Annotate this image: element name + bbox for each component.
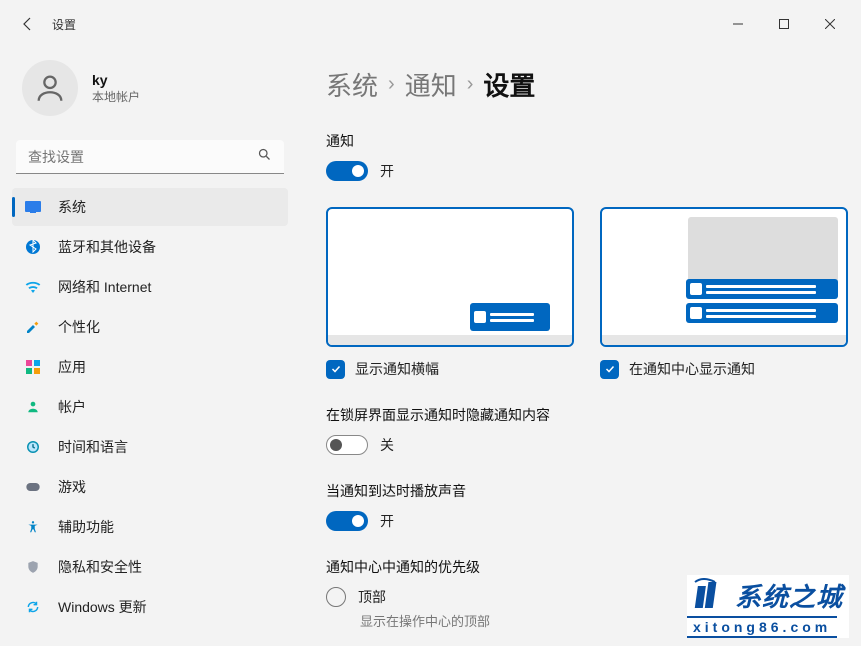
sidebar-item-label: 时间和语言 [58, 437, 128, 457]
lockscreen-label: 在锁屏界面显示通知时隐藏通知内容 [326, 405, 831, 425]
gamepad-icon [24, 478, 42, 496]
apps-icon [24, 358, 42, 376]
banner-checkbox[interactable] [326, 360, 345, 379]
search-container [16, 140, 284, 174]
profile-account-type: 本地帐户 [92, 88, 140, 105]
sidebar-item-network[interactable]: 网络和 Internet [12, 268, 288, 306]
sidebar-item-label: Windows 更新 [58, 597, 147, 617]
sidebar: ky 本地帐户 系统蓝牙和其他设备网络和 Internet 个性化应用帐户时间和语… [0, 48, 300, 646]
sidebar-item-apps[interactable]: 应用 [12, 348, 288, 386]
watermark-url: xitong86.com [687, 616, 837, 638]
profile-section[interactable]: ky 本地帐户 [12, 48, 288, 136]
chevron-right-icon: › [467, 73, 474, 96]
bluetooth-icon [24, 238, 42, 256]
priority-label: 通知中心中通知的优先级 [326, 557, 831, 577]
sidebar-item-label: 蓝牙和其他设备 [58, 237, 156, 257]
sidebar-item-label: 辅助功能 [58, 517, 114, 537]
sidebar-item-personalization[interactable]: 个性化 [12, 308, 288, 346]
sidebar-item-label: 隐私和安全性 [58, 557, 142, 577]
chevron-right-icon: › [388, 73, 395, 96]
shield-icon [24, 558, 42, 576]
banner-checkbox-label: 显示通知横幅 [355, 359, 439, 379]
banner-preview[interactable] [326, 207, 574, 347]
notification-toggle[interactable] [326, 161, 368, 181]
breadcrumb-notifications[interactable]: 通知 [405, 66, 457, 103]
center-checkbox[interactable] [600, 360, 619, 379]
search-input[interactable] [16, 140, 284, 174]
priority-top-radio[interactable] [326, 587, 346, 607]
sidebar-item-update[interactable]: Windows 更新 [12, 588, 288, 626]
sidebar-item-accounts[interactable]: 帐户 [12, 388, 288, 426]
close-button[interactable] [807, 8, 853, 40]
watermark-text: 系统之城 [735, 577, 843, 614]
content-area: 系统 › 通知 › 设置 通知 开 显示通知横幅 [300, 48, 861, 646]
minimize-button[interactable] [715, 8, 761, 40]
watermark: 系统之城 xitong86.com [687, 575, 849, 638]
update-icon [24, 598, 42, 616]
lockscreen-toggle[interactable] [326, 435, 368, 455]
nav-list: 系统蓝牙和其他设备网络和 Internet 个性化应用帐户时间和语言游戏辅助功能隐… [12, 188, 288, 626]
sidebar-item-label: 网络和 Internet [58, 277, 151, 297]
sidebar-item-label: 游戏 [58, 477, 86, 497]
sound-toggle[interactable] [326, 511, 368, 531]
window-title: 设置 [52, 16, 76, 33]
clock-icon [24, 438, 42, 456]
notification-toggle-state: 开 [380, 161, 394, 181]
breadcrumb-current: 设置 [483, 66, 535, 103]
notification-label: 通知 [326, 131, 831, 151]
system-icon [24, 198, 42, 216]
profile-name: ky [92, 72, 140, 88]
brush-icon [24, 318, 42, 336]
watermark-logo-icon [693, 578, 729, 614]
sidebar-item-system[interactable]: 系统 [12, 188, 288, 226]
breadcrumb-system[interactable]: 系统 [326, 66, 378, 103]
sidebar-item-label: 帐户 [58, 397, 86, 417]
priority-radio-label: 顶部 [358, 587, 386, 607]
sidebar-item-time[interactable]: 时间和语言 [12, 428, 288, 466]
breadcrumb: 系统 › 通知 › 设置 [326, 66, 831, 103]
center-preview[interactable] [600, 207, 848, 347]
sidebar-item-label: 应用 [58, 357, 86, 377]
sidebar-item-gaming[interactable]: 游戏 [12, 468, 288, 506]
center-checkbox-label: 在通知中心显示通知 [629, 359, 755, 379]
sidebar-item-accessibility[interactable]: 辅助功能 [12, 508, 288, 546]
sidebar-item-label: 系统 [58, 197, 86, 217]
sound-toggle-state: 开 [380, 511, 394, 531]
back-button[interactable] [8, 4, 48, 44]
search-icon [257, 147, 272, 167]
person-icon [24, 398, 42, 416]
accessibility-icon [24, 518, 42, 536]
sidebar-item-privacy[interactable]: 隐私和安全性 [12, 548, 288, 586]
sound-label: 当通知到达时播放声音 [326, 481, 831, 501]
sidebar-item-bluetooth[interactable]: 蓝牙和其他设备 [12, 228, 288, 266]
wifi-icon [24, 278, 42, 296]
lockscreen-toggle-state: 关 [380, 435, 394, 455]
sidebar-item-label: 个性化 [58, 317, 100, 337]
avatar [22, 60, 78, 116]
maximize-button[interactable] [761, 8, 807, 40]
